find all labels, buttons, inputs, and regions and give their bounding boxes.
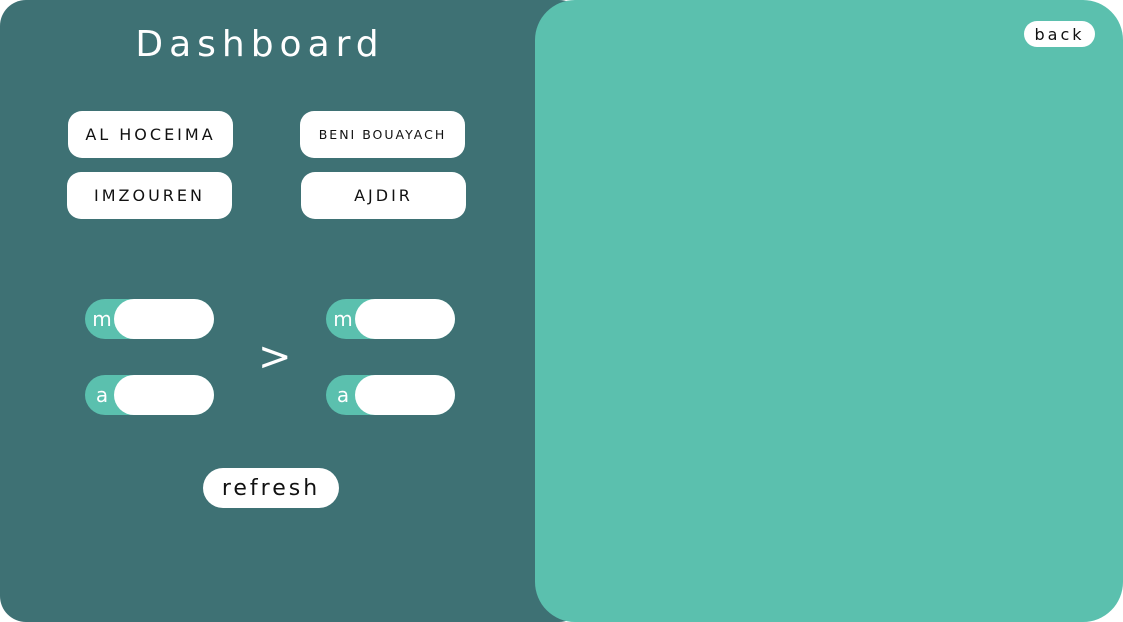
city-button-beni-bouayach[interactable]: BENI BOUAYACH	[300, 111, 465, 158]
refresh-button[interactable]: refresh	[203, 468, 339, 508]
city-button-ajdir[interactable]: AJDIR	[301, 172, 466, 219]
to-year-field: a	[326, 375, 455, 415]
back-button[interactable]: back	[1024, 21, 1095, 47]
range-arrow-icon: >	[258, 334, 292, 380]
from-year-field: a	[85, 375, 214, 415]
city-button-al-hoceima[interactable]: AL HOCEIMA	[68, 111, 233, 158]
from-month-field: m	[85, 299, 214, 339]
dashboard-panel: Dashboard AL HOCEIMA BENI BOUAYACH IMZOU…	[0, 0, 585, 622]
city-button-imzouren[interactable]: IMZOUREN	[67, 172, 232, 219]
to-year-input[interactable]	[355, 375, 455, 415]
from-year-input[interactable]	[114, 375, 214, 415]
display-panel	[535, 0, 1123, 622]
to-month-field: m	[326, 299, 455, 339]
from-month-input[interactable]	[114, 299, 214, 339]
page-title: Dashboard	[135, 24, 385, 65]
to-month-input[interactable]	[355, 299, 455, 339]
